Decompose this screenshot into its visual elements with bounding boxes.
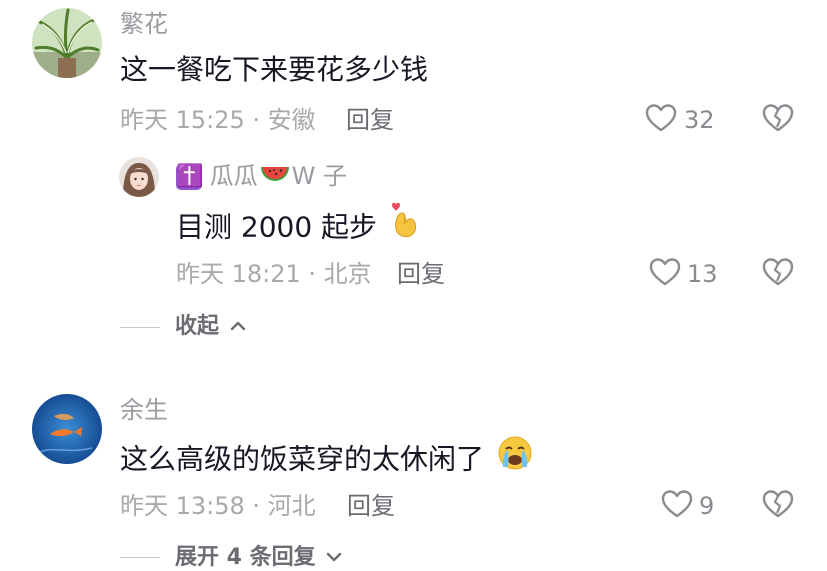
avatar[interactable] [119,157,159,197]
divider-line [120,327,160,328]
crying-face-icon [497,435,533,480]
like-button[interactable]: 9 [661,489,721,523]
like-count: 13 [687,260,718,288]
comment-text: 这一餐吃下来要花多少钱 [120,53,429,86]
comment-author-name[interactable]: 繁花 [120,10,168,38]
reply-text-body: 目测 2000 起步 [176,210,378,244]
reply-button[interactable]: 回复 [397,260,445,288]
broken-heart-icon [762,258,794,291]
like-count: 32 [684,106,715,134]
like-button[interactable]: 13 [649,257,725,291]
reply-author-name-main: 瓜瓜 [209,162,258,190]
reply-author-name[interactable]: ✝️ 瓜瓜 W 子 [176,162,347,191]
dislike-button[interactable] [762,103,794,135]
comment-author-name[interactable]: 余生 [120,396,168,424]
heart-outline-icon [649,257,681,291]
comment-text: 这么高级的饭菜穿的太休闲了 [120,435,533,483]
reply-button[interactable]: 回复 [347,492,395,520]
collapse-replies-button[interactable]: 收起 [175,314,247,340]
collapse-label: 收起 [175,314,220,339]
dislike-button[interactable] [762,489,794,521]
like-button[interactable]: 32 [645,103,725,137]
reply-text: 目测 2000 起步 [176,202,420,251]
heart-outline-icon [661,489,693,523]
like-count: 9 [699,492,715,520]
divider-line [120,557,160,558]
heart-outline-icon [645,103,677,137]
comment-time-location: 昨天 13:58 · 河北 [120,492,316,520]
avatar[interactable] [32,8,102,78]
expand-replies-button[interactable]: 展开 4 条回复 [175,545,343,571]
cross-badge-icon: ✝️ [176,164,204,190]
watermelon-icon [260,163,290,191]
reply-author-name-suffix: W 子 [291,162,347,190]
reply-time-location: 昨天 18:21 · 北京 [176,260,372,288]
chevron-down-icon [325,545,343,571]
finger-heart-icon [390,202,420,247]
broken-heart-icon [762,490,794,523]
broken-heart-icon [762,104,794,137]
reply-button[interactable]: 回复 [346,106,394,134]
expand-label: 展开 4 条回复 [175,545,316,570]
comment-text-body: 这么高级的饭菜穿的太休闲了 [120,442,485,476]
chevron-up-icon [229,314,247,340]
dislike-button[interactable] [762,257,794,289]
avatar[interactable] [32,394,102,464]
comment-time-location: 昨天 15:25 · 安徽 [120,106,316,134]
